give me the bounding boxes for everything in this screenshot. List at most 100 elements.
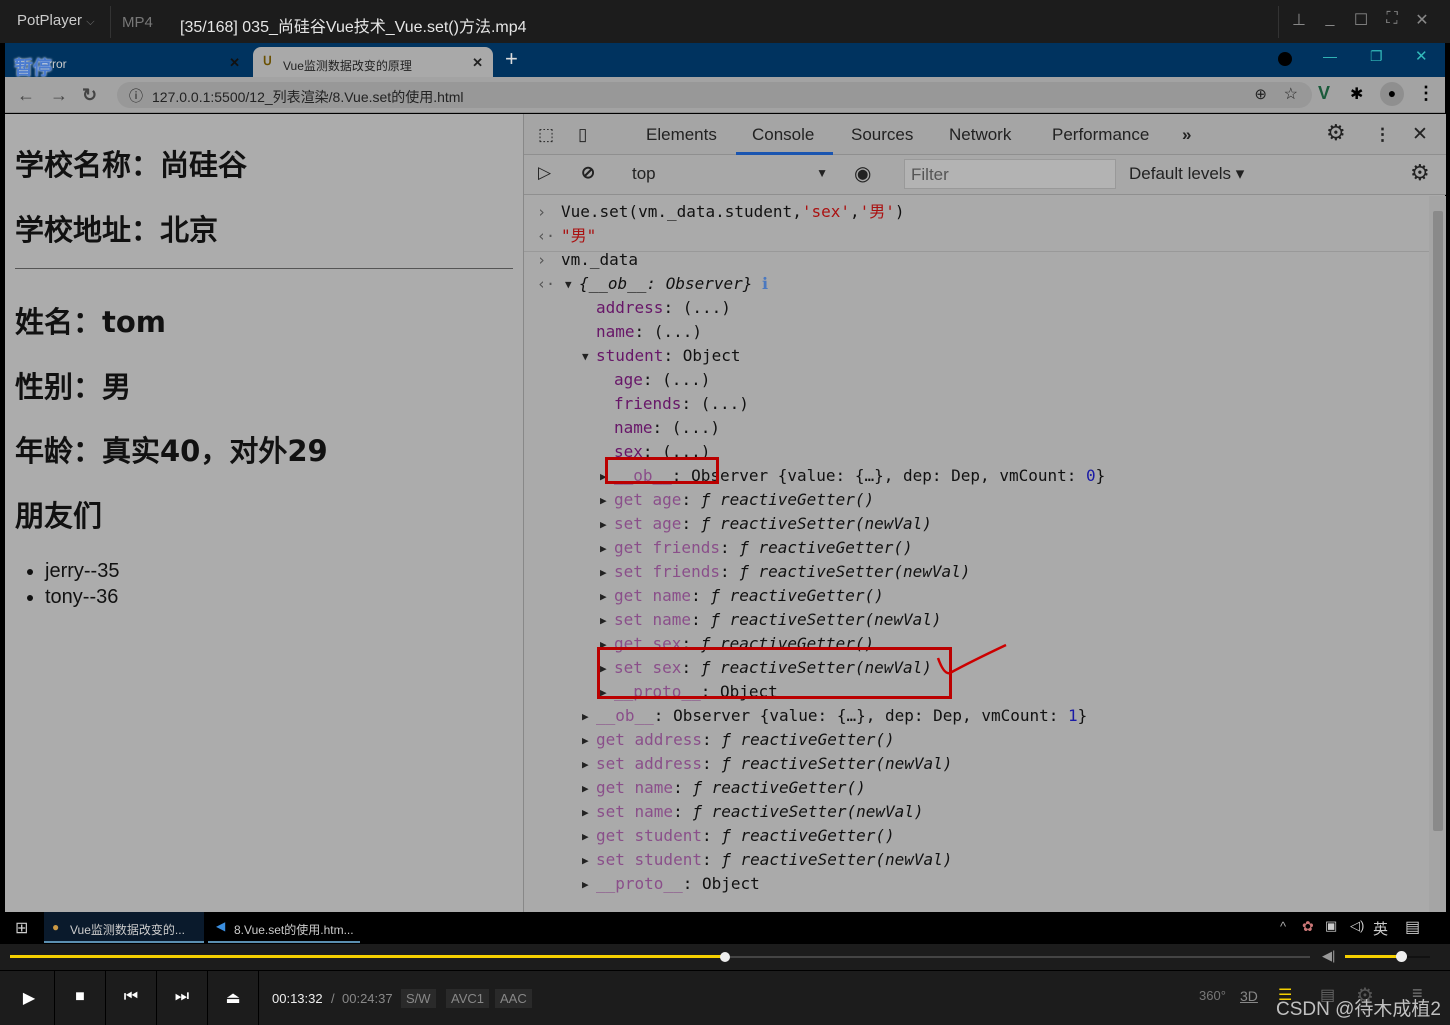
seek-handle[interactable]	[720, 952, 730, 962]
seek-bar[interactable]: ◀|	[0, 944, 1450, 970]
live-expression-eye-icon[interactable]: ◉	[854, 161, 871, 186]
bookmark-star-icon[interactable]: ☆	[1284, 84, 1298, 104]
expand-arrow-icon[interactable]: ▶	[582, 758, 589, 771]
tab-performance[interactable]: Performance	[1052, 125, 1149, 145]
audio-codec-badge[interactable]: AAC	[495, 989, 532, 1008]
context-select[interactable]: top ▼	[632, 164, 828, 184]
tab-vue-principle[interactable]: ᑌ Vue监测数据改变的原理 ✕	[253, 47, 493, 77]
more-options-icon[interactable]: ⋮	[1374, 125, 1391, 145]
play-button[interactable]: ▶	[4, 971, 55, 1025]
tab-console[interactable]: Console	[752, 125, 814, 145]
ime-indicator[interactable]: 英	[1373, 918, 1388, 939]
console-line[interactable]: {__ob__: Observer} ℹ	[579, 272, 768, 296]
vue-devtools-icon[interactable]: V	[1318, 83, 1330, 104]
tab-elements[interactable]: Elements	[646, 125, 717, 145]
forward-icon[interactable]: →	[50, 85, 68, 106]
3d-icon[interactable]: 3D	[1240, 988, 1258, 1004]
url-input[interactable]: ⓘ 127.0.0.1:5500/12_列表渲染/8.Vue.set的使用.htm…	[117, 82, 1312, 108]
filter-input[interactable]: Filter	[904, 159, 1116, 189]
tray-app-icon[interactable]: ✿	[1302, 918, 1314, 935]
stop-button[interactable]: ■	[55, 971, 106, 1025]
expand-arrow-icon[interactable]: ▶	[582, 806, 589, 819]
settings-gear-icon[interactable]: ⚙	[1326, 120, 1346, 146]
windows-start-icon[interactable]: ⊞	[15, 918, 28, 938]
close-tab-icon[interactable]: ✕	[472, 55, 483, 71]
sidebar-toggle-icon[interactable]: ▷	[538, 163, 551, 183]
next-button[interactable]: ⏭	[157, 971, 208, 1025]
log-levels-select[interactable]: Default levels ▾	[1129, 164, 1244, 184]
minimize-icon[interactable]: —	[1323, 48, 1337, 64]
console-line[interactable]: get friends: ƒ reactiveGetter()	[614, 536, 913, 560]
tray-expand-icon[interactable]: ^	[1280, 919, 1286, 934]
collapse-arrow-icon[interactable]: ▼	[582, 350, 589, 363]
profile-avatar[interactable]: ●	[1380, 82, 1404, 106]
expand-arrow-icon[interactable]: ▶	[582, 830, 589, 843]
vr-360-icon[interactable]: 360°	[1199, 988, 1226, 1003]
taskbar-item-chrome[interactable]: ● Vue监测数据改变的...	[44, 912, 204, 943]
console-line[interactable]: student: Object	[596, 344, 741, 368]
device-toggle-icon[interactable]: ▯	[578, 125, 587, 145]
close-icon[interactable]: ✕	[1410, 10, 1434, 30]
tab-sources[interactable]: Sources	[851, 125, 913, 145]
video-codec-badge[interactable]: AVC1	[446, 989, 489, 1008]
close-tab-icon[interactable]: ✕	[229, 55, 240, 71]
new-tab-icon[interactable]: +	[505, 46, 518, 72]
console-scrollbar[interactable]	[1429, 196, 1446, 912]
console-line[interactable]: get address: ƒ reactiveGetter()	[596, 728, 895, 752]
expand-arrow-icon[interactable]: ▶	[600, 518, 607, 531]
expand-arrow-icon[interactable]: ▶	[600, 566, 607, 579]
back-icon[interactable]: ←	[17, 85, 35, 106]
mute-icon[interactable]: ◀|	[1322, 948, 1335, 964]
potplayer-menu[interactable]: PotPlayer ⌵	[17, 12, 95, 29]
console-line[interactable]: set name: ƒ reactiveSetter(newVal)	[614, 608, 942, 632]
close-icon[interactable]: ✕	[1415, 47, 1428, 65]
reload-icon[interactable]: ↻	[82, 85, 97, 106]
expand-arrow-icon[interactable]: ▶	[600, 614, 607, 627]
minimize-icon[interactable]: _	[1318, 10, 1342, 28]
console-line[interactable]: set address: ƒ reactiveSetter(newVal)	[596, 752, 952, 776]
expand-arrow-icon[interactable]: ▶	[582, 710, 589, 723]
eject-button[interactable]: ⏏	[208, 971, 259, 1025]
previous-button[interactable]: ⏮	[106, 971, 157, 1025]
expand-arrow-icon[interactable]: ▶	[582, 878, 589, 891]
notification-icon[interactable]: ▤	[1405, 917, 1420, 937]
scrollbar-thumb[interactable]	[1433, 211, 1443, 831]
renderer-badge[interactable]: S/W	[401, 989, 436, 1008]
expand-arrow-icon[interactable]: ▶	[582, 782, 589, 795]
taskbar-item-vscode[interactable]: ◀ 8.Vue.set的使用.htm...	[208, 912, 360, 943]
clear-console-icon[interactable]: ⊘	[581, 163, 595, 183]
expand-arrow-icon[interactable]: ▶	[600, 542, 607, 555]
console-line[interactable]: set friends: ƒ reactiveSetter(newVal)	[614, 560, 970, 584]
more-tabs-icon[interactable]: »	[1182, 125, 1191, 145]
console-line[interactable]: get name: ƒ reactiveGetter()	[596, 776, 866, 800]
expand-arrow-icon[interactable]: ▶	[600, 494, 607, 507]
console-line[interactable]: get age: ƒ reactiveGetter()	[614, 488, 874, 512]
console-line[interactable]: get name: ƒ reactiveGetter()	[614, 584, 884, 608]
console-line[interactable]: __proto__: Object	[596, 872, 760, 896]
tab-search-icon[interactable]	[1278, 52, 1292, 66]
extensions-icon[interactable]: ✱	[1350, 84, 1363, 104]
fullscreen-icon[interactable]: ⛶	[1380, 10, 1404, 28]
volume-handle[interactable]	[1396, 951, 1407, 962]
console-settings-icon[interactable]: ⚙	[1410, 160, 1430, 186]
collapse-arrow-icon[interactable]: ▼	[565, 278, 572, 291]
expand-arrow-icon[interactable]: ▶	[582, 734, 589, 747]
pin-icon[interactable]: ⊥	[1287, 10, 1311, 30]
expand-arrow-icon[interactable]: ▶	[600, 590, 607, 603]
expand-arrow-icon[interactable]: ▶	[582, 854, 589, 867]
console-line[interactable]: set age: ƒ reactiveSetter(newVal)	[614, 512, 932, 536]
close-devtools-icon[interactable]: ✕	[1412, 123, 1428, 146]
console-line[interactable]: __ob__: Observer {value: {…}, dep: Dep, …	[596, 704, 1087, 728]
console-line[interactable]: set student: ƒ reactiveSetter(newVal)	[596, 848, 952, 872]
info-icon[interactable]: ℹ	[752, 274, 768, 293]
console-line[interactable]: get student: ƒ reactiveGetter()	[596, 824, 895, 848]
zoom-icon[interactable]: ⊕	[1254, 85, 1267, 103]
network-icon[interactable]: ▣	[1325, 918, 1337, 934]
console-line[interactable]: set name: ƒ reactiveSetter(newVal)	[596, 800, 924, 824]
more-menu-icon[interactable]: ⋮	[1417, 83, 1435, 104]
maximize-icon[interactable]: ☐	[1349, 10, 1373, 30]
tab-network[interactable]: Network	[949, 125, 1011, 145]
restore-icon[interactable]: ❐	[1370, 48, 1383, 65]
inspect-icon[interactable]: ⬚	[538, 125, 554, 145]
volume-tray-icon[interactable]: ◁)	[1350, 918, 1364, 934]
